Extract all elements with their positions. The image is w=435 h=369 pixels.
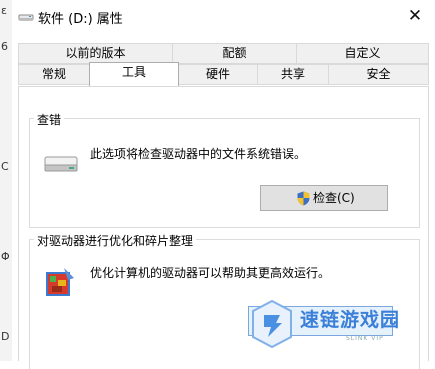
optimize-title: 对驱动器进行优化和碎片整理 [34,232,197,249]
drive-icon [44,156,78,172]
tab-tools[interactable]: 工具 [89,62,179,86]
check-button[interactable]: 检查(C) [260,185,388,211]
watermark-text: 速链游戏园 [300,309,401,331]
optimize-description: 优化计算机的驱动器可以帮助其更高效运行。 [90,266,331,280]
tab-general[interactable]: 常规 [18,64,90,85]
tab-hardware[interactable]: 硬件 [178,64,258,85]
error-check-description: 此选项将检查驱动器中的文件系统错误。 [90,147,307,161]
strip-char: C [1,160,9,173]
watermark-subtext: SLINK VIP [346,335,384,342]
watermark-logo-icon [252,299,292,349]
defrag-icon [46,268,74,296]
window-title: 软件 (D:) 属性 [38,12,123,27]
tab-security[interactable]: 安全 [328,64,429,85]
tab-customize[interactable]: 自定义 [296,43,429,64]
strip-char: Φ [1,250,10,263]
properties-dialog: 软件 (D:) 属性 ✕ 以前的版本 配额 自定义 常规 工具 硬件 共享 安全… [12,0,435,369]
strip-char: ε [1,4,7,17]
drive-icon [18,14,34,21]
strip-char: D [1,330,10,343]
tab-previous-versions[interactable]: 以前的版本 [18,43,173,64]
tab-sharing[interactable]: 共享 [257,64,329,85]
tab-quota[interactable]: 配额 [172,43,297,64]
watermark-logo: 速链游戏园 SLINK VIP [250,299,425,355]
check-button-label: 检查(C) [313,191,355,205]
error-check-group: 查错 此选项将检查驱动器中的文件系统错误。 检查(C) [29,111,420,228]
title-bar[interactable]: 软件 (D:) 属性 ✕ [12,0,435,33]
uac-shield-icon [297,191,310,206]
error-check-title: 查错 [34,111,65,128]
strip-char: 6 [1,40,8,53]
close-button[interactable]: ✕ [401,3,429,29]
